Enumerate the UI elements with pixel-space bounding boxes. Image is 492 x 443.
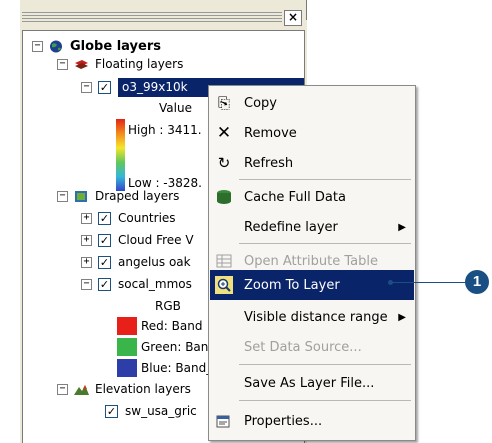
green-swatch bbox=[117, 338, 137, 356]
menu-item-label: Set Data Source... bbox=[244, 339, 362, 355]
layer-visibility-checkbox[interactable]: ✓ bbox=[98, 255, 111, 269]
menu-item-label: Save As Layer File... bbox=[244, 375, 375, 391]
tree-item-label: Draped layers bbox=[95, 189, 180, 203]
menu-item-cache-full-data[interactable]: Cache Full Data bbox=[210, 182, 414, 212]
context-menu: ⎘ Copy ✕ Remove ↻ Refresh Cache Full Dat… bbox=[208, 85, 416, 441]
layer-visibility-checkbox[interactable]: ✓ bbox=[105, 404, 118, 418]
legend-high: High : 3411. bbox=[128, 119, 202, 141]
collapse-toggle[interactable]: − bbox=[57, 383, 68, 395]
tree-item-label: Elevation layers bbox=[95, 382, 191, 396]
menu-item-visible-distance-range[interactable]: Visible distance range ▶ bbox=[210, 302, 414, 332]
tree-item-draped-layers[interactable]: − Draped layers bbox=[57, 185, 179, 207]
tree-item-label: sw_usa_gric bbox=[125, 404, 197, 418]
menu-item-label: Zoom To Layer bbox=[244, 277, 340, 293]
expand-toggle[interactable]: + bbox=[81, 234, 92, 246]
legend-value-label: Value bbox=[159, 101, 192, 115]
zoom-to-layer-icon bbox=[215, 276, 233, 294]
title-grip[interactable] bbox=[22, 10, 282, 24]
menu-item-zoom-to-layer[interactable]: Zoom To Layer bbox=[210, 270, 414, 300]
tree-item-label: angelus oak bbox=[118, 255, 191, 269]
tree-item-label: socal_mmos bbox=[118, 277, 192, 291]
tree-item-layer[interactable]: ✓ sw_usa_gric bbox=[105, 400, 197, 422]
layer-visibility-checkbox[interactable]: ✓ bbox=[98, 211, 111, 225]
menu-item-label: Redefine layer bbox=[244, 219, 338, 235]
collapse-toggle[interactable]: − bbox=[57, 58, 68, 70]
tree-item-layer[interactable]: + ✓ Cloud Free V bbox=[81, 229, 194, 251]
submenu-arrow-icon: ▶ bbox=[398, 221, 406, 233]
draped-layers-icon bbox=[75, 190, 87, 202]
remove-icon: ✕ bbox=[216, 123, 232, 143]
collapse-toggle[interactable]: − bbox=[81, 278, 92, 290]
collapse-toggle[interactable]: − bbox=[32, 40, 43, 52]
layer-visibility-checkbox[interactable]: ✓ bbox=[98, 233, 111, 247]
window-edge bbox=[306, 0, 307, 20]
menu-item-label: Properties... bbox=[244, 413, 323, 429]
tree-item-layer[interactable]: + ✓ Countries bbox=[81, 207, 176, 229]
tree-item-layer[interactable]: − ✓ socal_mmos bbox=[81, 273, 192, 295]
close-button[interactable]: × bbox=[284, 10, 302, 26]
menu-item-label: Visible distance range bbox=[244, 309, 388, 325]
legend-rgb-heading: RGB bbox=[155, 295, 181, 317]
menu-item-label: Open Attribute Table bbox=[244, 253, 379, 269]
globe-icon bbox=[50, 40, 62, 52]
callout-line bbox=[392, 282, 472, 283]
callout-number-badge: 1 bbox=[465, 270, 489, 294]
menu-item-label: Refresh bbox=[244, 155, 294, 171]
collapse-toggle[interactable]: − bbox=[81, 81, 92, 93]
expand-toggle[interactable]: + bbox=[81, 256, 92, 268]
menu-item-label: Remove bbox=[244, 125, 297, 141]
tree-item-label: Floating layers bbox=[95, 57, 184, 71]
legend-rgb-label: RGB bbox=[155, 299, 181, 313]
submenu-arrow-icon: ▶ bbox=[398, 311, 406, 323]
legend-blue: Blue: Band_ bbox=[117, 357, 212, 379]
color-ramp bbox=[116, 119, 125, 191]
tree-item-elevation-layers[interactable]: − Elevation layers bbox=[57, 378, 191, 400]
menu-item-set-data-source[interactable]: Set Data Source... bbox=[210, 332, 414, 362]
menu-separator bbox=[239, 179, 411, 180]
tree-item-label: Globe layers bbox=[70, 38, 161, 54]
legend-green-label: Green: Band bbox=[141, 340, 217, 354]
legend-blue-label: Blue: Band_ bbox=[141, 361, 213, 375]
menu-separator bbox=[239, 243, 411, 244]
tree-item-layer[interactable]: + ✓ angelus oak bbox=[81, 251, 191, 273]
legend-red-label: Red: Band bbox=[141, 319, 203, 333]
copy-icon: ⎘ bbox=[217, 94, 230, 112]
refresh-icon: ↻ bbox=[217, 154, 231, 172]
layer-visibility-checkbox[interactable]: ✓ bbox=[98, 80, 111, 94]
floating-layers-icon bbox=[75, 59, 88, 69]
menu-item-redefine-layer[interactable]: Redefine layer ▶ bbox=[210, 212, 414, 242]
properties-icon bbox=[216, 415, 230, 428]
blue-swatch bbox=[117, 359, 137, 377]
menu-item-label: Cache Full Data bbox=[244, 189, 346, 205]
menu-item-save-as-layer-file[interactable]: Save As Layer File... bbox=[210, 368, 414, 398]
table-icon bbox=[216, 254, 232, 268]
tree-item-label: Cloud Free V bbox=[118, 233, 194, 247]
cache-icon bbox=[217, 190, 231, 204]
menu-separator bbox=[239, 364, 411, 365]
legend-high-label: High : 3411. bbox=[128, 123, 202, 137]
legend-red: Red: Band bbox=[117, 315, 202, 337]
expand-toggle[interactable]: + bbox=[81, 212, 92, 224]
legend-green: Green: Band bbox=[117, 336, 216, 358]
menu-item-remove[interactable]: ✕ Remove bbox=[210, 118, 414, 148]
menu-item-label: Copy bbox=[244, 95, 277, 111]
layer-visibility-checkbox[interactable]: ✓ bbox=[98, 277, 111, 291]
elevation-layers-icon bbox=[74, 384, 89, 395]
menu-item-copy[interactable]: ⎘ Copy bbox=[210, 88, 414, 118]
menu-item-refresh[interactable]: ↻ Refresh bbox=[210, 148, 414, 178]
legend-heading: Value bbox=[159, 97, 192, 119]
menu-separator bbox=[239, 400, 411, 401]
tree-item-floating-layers[interactable]: − Floating layers bbox=[57, 53, 183, 75]
tree-item-label: Countries bbox=[118, 211, 176, 225]
menu-item-properties[interactable]: Properties... bbox=[210, 406, 414, 436]
red-swatch bbox=[117, 317, 137, 335]
collapse-toggle[interactable]: − bbox=[57, 190, 68, 202]
